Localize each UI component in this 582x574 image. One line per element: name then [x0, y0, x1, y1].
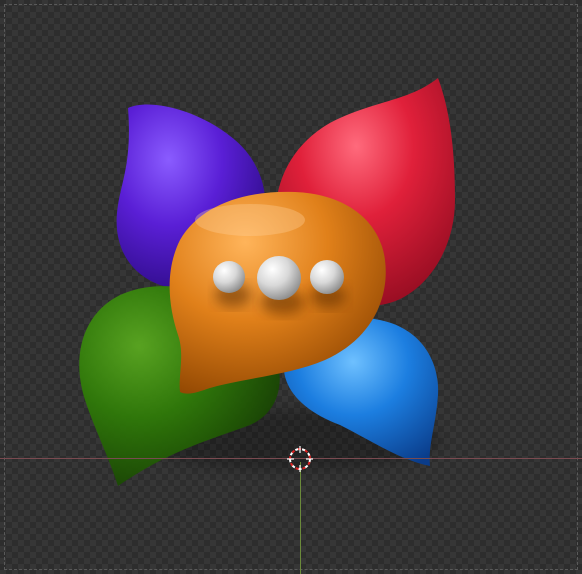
typing-dot-right: [310, 260, 344, 294]
rendered-model[interactable]: [0, 0, 582, 574]
z-axis-line: [300, 462, 301, 574]
typing-dot-left: [213, 261, 245, 293]
bubble-highlight: [195, 204, 305, 236]
3d-viewport[interactable]: [0, 0, 582, 574]
3d-cursor-icon[interactable]: [287, 446, 313, 472]
typing-dot-center: [257, 256, 301, 300]
